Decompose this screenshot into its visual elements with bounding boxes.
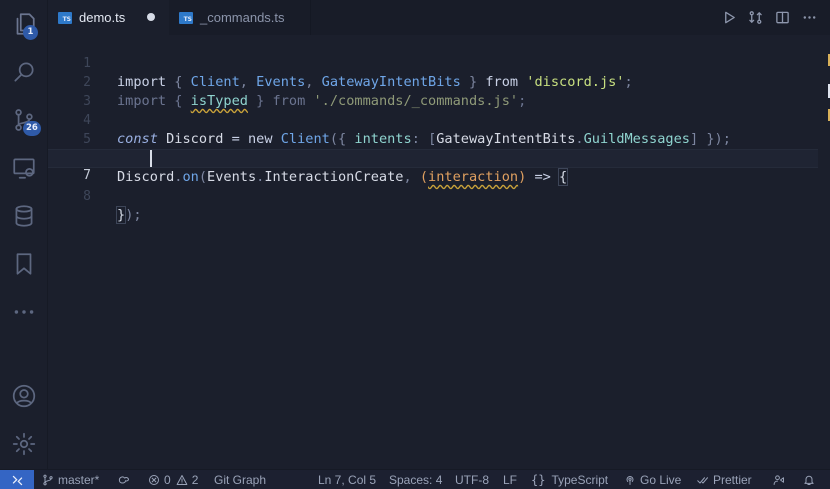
branch-status[interactable]: master* [42, 470, 99, 489]
ellipsis-icon [14, 310, 34, 314]
token: } [115, 206, 127, 224]
eol-label: LF [503, 473, 518, 487]
database-button[interactable] [0, 192, 48, 240]
typescript-file-icon: TS [58, 11, 72, 24]
language-mode-status[interactable]: {} TypeScript [531, 470, 608, 489]
git-branch-icon [43, 474, 53, 486]
database-icon [15, 205, 33, 227]
explorer-button[interactable]: 1 [0, 0, 48, 48]
braces-icon: {} [531, 473, 546, 487]
text-cursor [150, 150, 152, 167]
sync-button[interactable] [118, 470, 134, 489]
tab-label: _commands.ts [200, 10, 285, 25]
split-editor-button[interactable] [773, 8, 791, 26]
encoding-label: UTF-8 [455, 473, 489, 487]
code-line[interactable]: 1 import { Client, Events, GatewayIntent… [48, 35, 818, 90]
bookmark-icon [16, 253, 32, 275]
warning-icon [176, 475, 188, 485]
more-actions-button[interactable] [800, 8, 818, 26]
notifications-button[interactable] [803, 470, 819, 489]
remote-icon [12, 475, 22, 485]
more-views-button[interactable] [0, 288, 48, 336]
error-count: 0 [164, 473, 171, 487]
run-button[interactable] [720, 8, 738, 26]
manage-button[interactable] [0, 420, 48, 468]
cursor-position-status[interactable]: Ln 7, Col 5 [318, 470, 376, 489]
ellipsis-icon [803, 15, 815, 19]
code-line[interactable]: 6 Discord.on(Events.InteractionCreate, (… [48, 130, 818, 186]
bookmarks-button[interactable] [0, 240, 48, 288]
remote-explorer-button[interactable] [0, 144, 48, 192]
broadcast-icon [626, 476, 634, 485]
split-editor-icon [775, 11, 789, 23]
code-editor[interactable]: 1 import { Client, Events, GatewayIntent… [48, 35, 830, 469]
code-line[interactable]: 5 [48, 111, 818, 147]
git-graph-label: Git Graph [214, 473, 267, 487]
code-line[interactable]: 2 import { isTyped } from './commands/_c… [48, 54, 818, 109]
sync-icon [118, 476, 129, 484]
feedback-button[interactable] [773, 470, 789, 489]
explorer-badge: 1 [23, 25, 38, 40]
go-live-button[interactable]: Go Live [624, 470, 681, 489]
remote-indicator-button[interactable] [0, 470, 34, 489]
code-line-current[interactable]: 7 [48, 149, 818, 183]
play-icon [724, 11, 735, 23]
error-icon [149, 475, 159, 485]
feedback-person-icon [773, 475, 784, 485]
eol-status[interactable]: LF [503, 470, 517, 489]
encoding-status[interactable]: UTF-8 [455, 470, 489, 489]
indentation-status[interactable]: Spaces: 4 [389, 470, 442, 489]
branch-name: master* [58, 473, 100, 487]
double-check-icon [697, 477, 708, 484]
problems-status[interactable]: 0 2 [148, 470, 198, 489]
warning-count: 2 [191, 473, 199, 487]
prettier-status[interactable]: Prettier [697, 470, 752, 489]
prettier-label: Prettier [713, 473, 752, 487]
search-button[interactable] [0, 48, 48, 96]
language-label: TypeScript [551, 473, 609, 487]
git-graph-button[interactable]: Git Graph [214, 470, 266, 489]
go-live-label: Go Live [640, 473, 682, 487]
remote-explorer-icon [13, 158, 35, 179]
source-control-badge: 26 [23, 121, 41, 136]
typescript-file-icon: TS [179, 11, 193, 24]
code-text: }); [115, 206, 142, 225]
source-control-button[interactable]: 26 [0, 96, 48, 144]
unsaved-dot-icon[interactable] [147, 13, 155, 21]
code-line[interactable]: 8 }); [48, 168, 818, 224]
accounts-button[interactable] [0, 372, 48, 420]
open-changes-button[interactable] [746, 8, 764, 26]
cursor-position-label: Ln 7, Col 5 [318, 473, 377, 487]
indentation-label: Spaces: 4 [389, 473, 443, 487]
code-line[interactable]: 4 const Discord = new Client({ intents: … [48, 92, 818, 147]
tab-commands-ts[interactable]: TS _commands.ts [169, 0, 311, 35]
line-number: 8 [83, 189, 91, 204]
compare-changes-icon [748, 10, 762, 24]
search-icon [14, 62, 34, 82]
account-icon [12, 384, 36, 408]
token: ); [125, 207, 142, 223]
code-line[interactable]: 3 [48, 73, 818, 109]
activity-bar: 1 26 [0, 0, 48, 469]
tab-bar: TS demo.ts TS _commands.ts [48, 0, 830, 35]
tab-demo-ts[interactable]: TS demo.ts [48, 0, 169, 35]
gear-icon [12, 432, 36, 456]
tab-label: demo.ts [79, 10, 126, 25]
status-bar: master* 0 2 Git Graph Ln 7, Col 5 Spaces… [0, 469, 830, 489]
bell-icon [804, 475, 814, 485]
